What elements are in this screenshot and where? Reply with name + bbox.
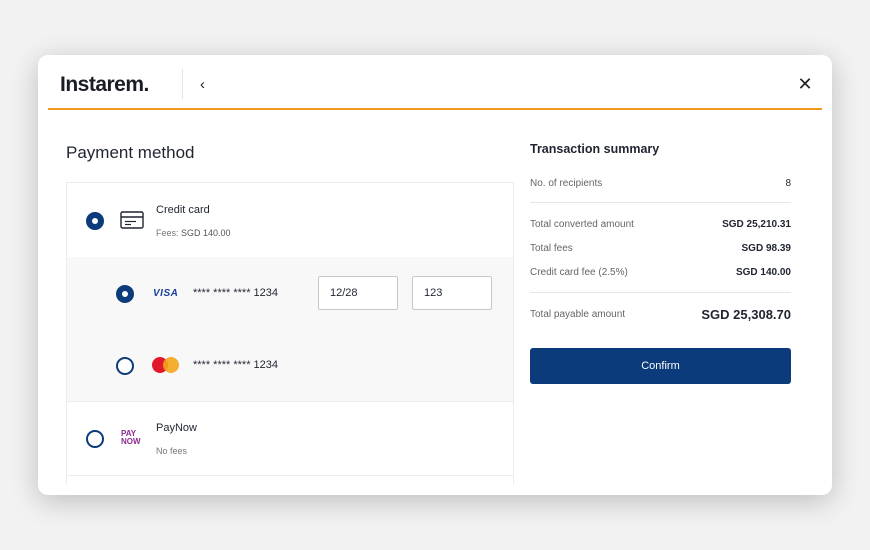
mastercard-logo: [152, 357, 180, 373]
paynow-radio[interactable]: [86, 430, 104, 448]
payable-label: Total payable amount: [530, 308, 626, 320]
paynow-logo: PAY NOW: [121, 429, 141, 446]
fees-label: Total fees: [530, 242, 573, 254]
payment-modal: Instarem. ‹ ✕ Payment method Credit card…: [38, 55, 832, 495]
mastercard-masked-number: **** **** **** 1234: [193, 359, 279, 371]
chevron-left-icon: ‹: [200, 75, 205, 93]
converted-value: SGD 25,210.31: [722, 218, 791, 230]
saved-card-mastercard[interactable]: **** **** **** 1234: [67, 329, 513, 402]
visa-masked-number: **** **** **** 1234: [193, 287, 279, 299]
payable-line: Total payable amount SGD 25,308.70: [530, 306, 791, 322]
fees-value: SGD 140.00: [181, 228, 231, 238]
cvv-input[interactable]: [412, 276, 492, 310]
paynow-label: PayNow: [156, 422, 197, 434]
paynow-fees: No fees: [156, 446, 188, 456]
credit-card-option[interactable]: Credit card Fees: SGD 140.00: [67, 183, 513, 258]
fees-line: Total fees SGD 98.39: [530, 241, 791, 255]
recipients-line: No. of recipients 8: [530, 176, 791, 190]
fees-value: SGD 98.39: [741, 242, 791, 254]
expiry-input[interactable]: [318, 276, 398, 310]
divider: [530, 202, 791, 203]
fees-prefix: Fees:: [156, 228, 179, 238]
credit-card-radio[interactable]: [86, 212, 104, 230]
credit-card-icon: [120, 211, 144, 229]
converted-line: Total converted amount SGD 25,210.31: [530, 217, 791, 231]
visa-card-radio[interactable]: [116, 285, 134, 303]
instarem-logo: Instarem.: [60, 73, 149, 96]
payable-value: SGD 25,308.70: [701, 306, 791, 322]
converted-label: Total converted amount: [530, 218, 634, 230]
paynow-option[interactable]: PAY NOW PayNow No fees: [67, 401, 513, 476]
confirm-button[interactable]: Confirm: [530, 348, 791, 384]
visa-logo: VISA: [153, 288, 179, 299]
modal-header: Instarem. ‹ ✕: [48, 55, 822, 110]
mastercard-radio[interactable]: [116, 357, 134, 375]
credit-card-fees: Fees: SGD 140.00: [156, 228, 231, 238]
transaction-summary: Transaction summary No. of recipients 8 …: [530, 142, 791, 384]
cc-fee-line: Credit card fee (2.5%) SGD 140.00: [530, 265, 791, 279]
divider: [530, 292, 791, 293]
credit-card-label: Credit card: [156, 204, 210, 216]
close-icon: ✕: [797, 73, 813, 94]
recipients-label: No. of recipients: [530, 177, 603, 189]
saved-card-visa[interactable]: VISA **** **** **** 1234: [67, 257, 513, 330]
payment-method-title: Payment method: [66, 143, 195, 162]
summary-title: Transaction summary: [530, 142, 660, 156]
cc-fee-label: Credit card fee (2.5%): [530, 266, 628, 278]
recipients-value: 8: [785, 177, 791, 189]
close-button[interactable]: ✕: [794, 73, 816, 95]
cc-fee-value: SGD 140.00: [735, 266, 791, 278]
back-button[interactable]: ‹: [182, 69, 205, 99]
payment-methods-list: Credit card Fees: SGD 140.00 VISA **** *…: [66, 182, 514, 485]
